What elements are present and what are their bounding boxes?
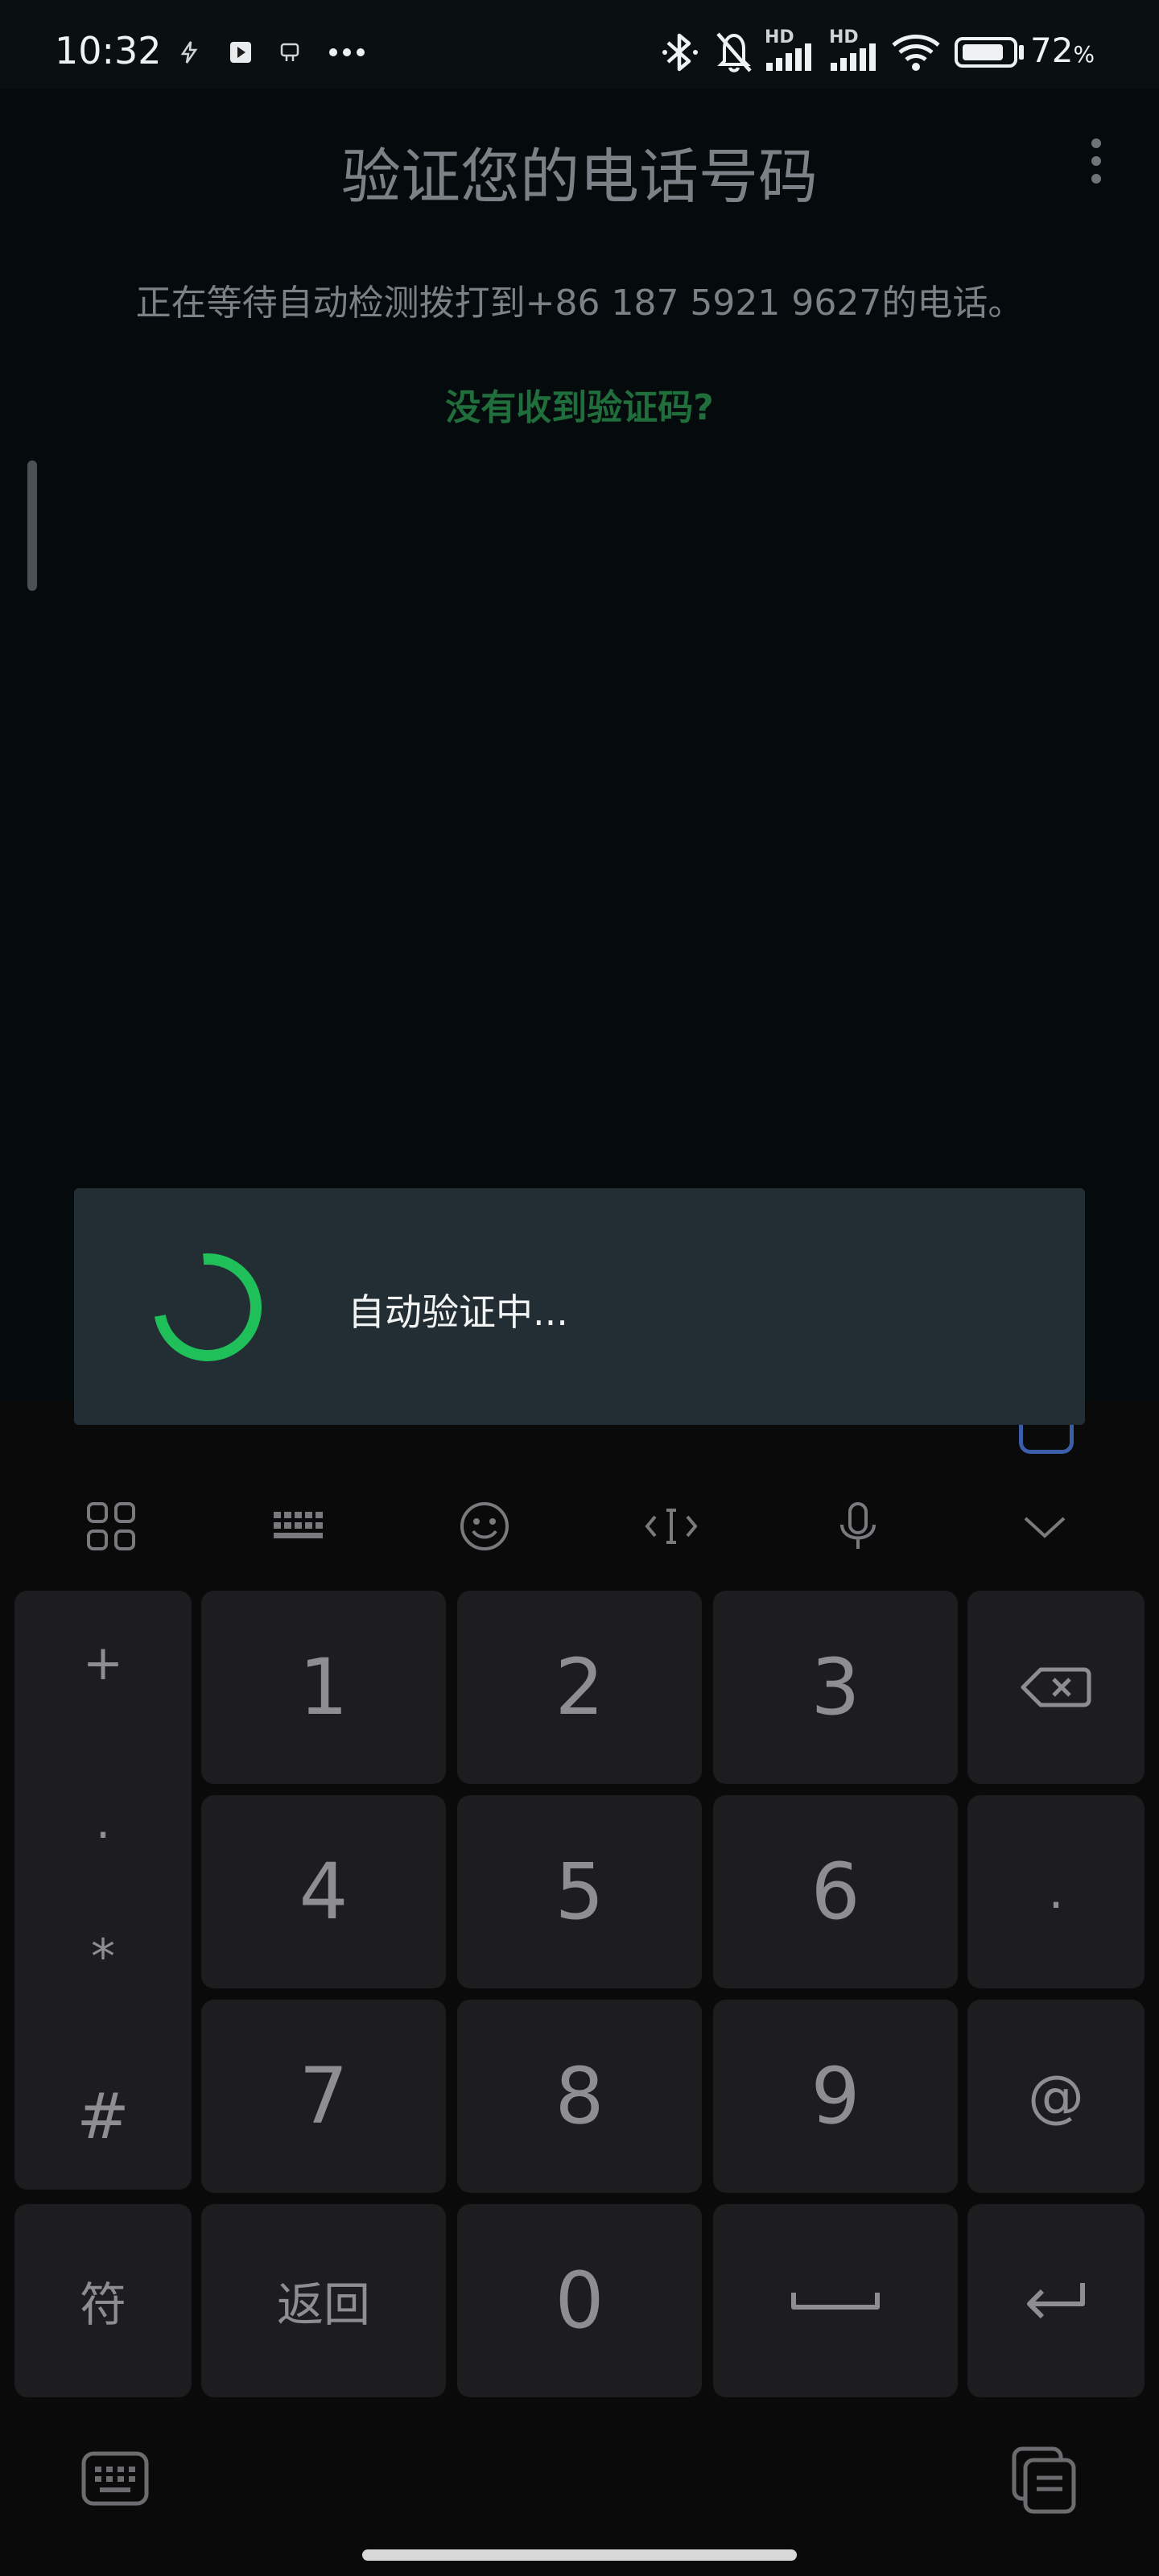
key-1[interactable]: 1 [201,1591,446,1784]
keyboard-switch-icon[interactable] [79,2447,151,2512]
battery-tip [1019,45,1024,60]
status-time: 10:32 [55,29,162,72]
key-middle-dot[interactable]: · [14,1795,192,1876]
enter-icon [1027,2283,1085,2319]
mute-bell-icon [716,32,752,72]
loading-spinner-icon [155,1253,262,1361]
home-indicator[interactable] [362,2549,797,2561]
key-back[interactable]: 返回 [201,2204,446,2397]
apps-grid-icon[interactable] [79,1494,143,1558]
key-9[interactable]: 9 [713,2000,958,2193]
wifi-icon [892,35,940,71]
signal-icon-2 [831,43,876,71]
clipboard-icon[interactable] [1008,2444,1080,2516]
dialog-message: 自动验证中... [348,1290,568,1334]
more-notifications-icon [329,48,365,56]
key-period[interactable]: . [967,1795,1145,1988]
more-vert-icon[interactable] [1070,134,1122,190]
cursor-icon[interactable] [639,1494,703,1558]
play-store-icon [230,42,251,63]
cast-icon [280,43,299,61]
key-3[interactable]: 3 [713,1591,958,1784]
battery-level: 72% [1030,31,1095,70]
page-title: 验证您的电话号码 [341,142,818,212]
key-4[interactable]: 4 [201,1795,446,1988]
flash-icon [180,41,198,64]
key-7[interactable]: 7 [201,2000,446,2193]
bluetooth-icon [662,33,698,72]
backspace-key[interactable] [967,1591,1145,1784]
backspace-icon [1021,1667,1091,1707]
keyboard-icon[interactable] [266,1494,330,1558]
key-plus[interactable]: + [14,1591,192,1736]
no-code-link[interactable]: 没有收到验证码? [0,378,1159,430]
chevron-down-icon[interactable] [1013,1494,1077,1558]
key-6[interactable]: 6 [713,1795,958,1988]
enter-key[interactable] [967,2204,1145,2397]
key-0[interactable]: 0 [457,2204,702,2397]
mic-icon[interactable] [826,1494,890,1558]
emoji-icon[interactable] [452,1494,517,1558]
space-icon [791,2293,880,2310]
scroll-indicator [27,460,37,591]
key-8[interactable]: 8 [457,2000,702,2193]
key-star[interactable]: * [14,1913,192,2001]
waiting-message: 正在等待自动检测拨打到+86 187 5921 9627的电话。 [135,283,1024,324]
space-key[interactable] [713,2204,958,2397]
key-2[interactable]: 2 [457,1591,702,1784]
key-hash[interactable]: # [14,2045,192,2190]
battery-icon [955,37,1017,68]
signal-icon-1 [766,43,811,71]
key-symbols[interactable]: 符 [14,2204,192,2397]
key-5[interactable]: 5 [457,1795,702,1988]
key-at[interactable]: @ [967,2000,1145,2193]
